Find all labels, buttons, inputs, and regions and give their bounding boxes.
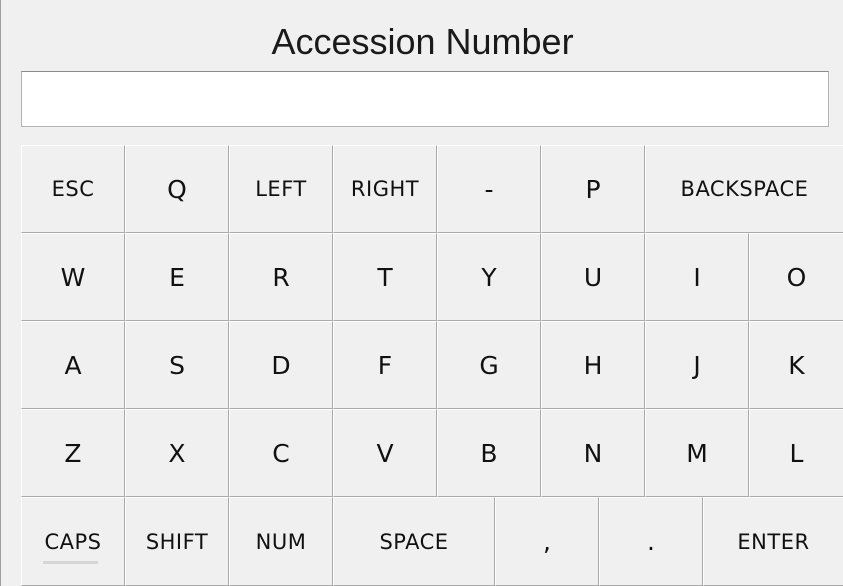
key-dash[interactable]: -: [437, 145, 541, 233]
key-y[interactable]: Y: [437, 233, 541, 321]
key-w[interactable]: W: [21, 233, 125, 321]
key-o[interactable]: O: [749, 233, 843, 321]
key-m[interactable]: M: [645, 409, 749, 497]
key-g[interactable]: G: [437, 321, 541, 409]
key-e[interactable]: E: [125, 233, 229, 321]
key-h[interactable]: H: [541, 321, 645, 409]
key-right[interactable]: RIGHT: [333, 145, 437, 233]
accession-number-dialog: Accession Number ESC Q LEFT RIGHT - P BA…: [0, 0, 843, 586]
key-comma[interactable]: ,: [495, 497, 599, 586]
key-f[interactable]: F: [333, 321, 437, 409]
key-j[interactable]: J: [645, 321, 749, 409]
key-l[interactable]: L: [749, 409, 843, 497]
key-u[interactable]: U: [541, 233, 645, 321]
key-i[interactable]: I: [645, 233, 749, 321]
key-a[interactable]: A: [21, 321, 125, 409]
accession-number-input[interactable]: [21, 71, 829, 127]
key-esc[interactable]: ESC: [21, 145, 125, 233]
key-backspace[interactable]: BACKSPACE: [645, 145, 843, 233]
key-enter[interactable]: ENTER: [703, 497, 843, 586]
key-num[interactable]: NUM: [229, 497, 333, 586]
key-q[interactable]: Q: [125, 145, 229, 233]
key-period[interactable]: .: [599, 497, 703, 586]
key-p[interactable]: P: [541, 145, 645, 233]
key-v[interactable]: V: [333, 409, 437, 497]
key-s[interactable]: S: [125, 321, 229, 409]
key-r[interactable]: R: [229, 233, 333, 321]
key-b[interactable]: B: [437, 409, 541, 497]
key-d[interactable]: D: [229, 321, 333, 409]
caps-lock-indicator: [43, 561, 98, 564]
key-n[interactable]: N: [541, 409, 645, 497]
key-k[interactable]: K: [749, 321, 843, 409]
key-x[interactable]: X: [125, 409, 229, 497]
key-c[interactable]: C: [229, 409, 333, 497]
key-shift[interactable]: SHIFT: [125, 497, 229, 586]
key-z[interactable]: Z: [21, 409, 125, 497]
dialog-title: Accession Number: [271, 21, 574, 62]
key-left[interactable]: LEFT: [229, 145, 333, 233]
key-t[interactable]: T: [333, 233, 437, 321]
key-space[interactable]: SPACE: [333, 497, 495, 586]
key-caps[interactable]: CAPS: [21, 497, 125, 586]
